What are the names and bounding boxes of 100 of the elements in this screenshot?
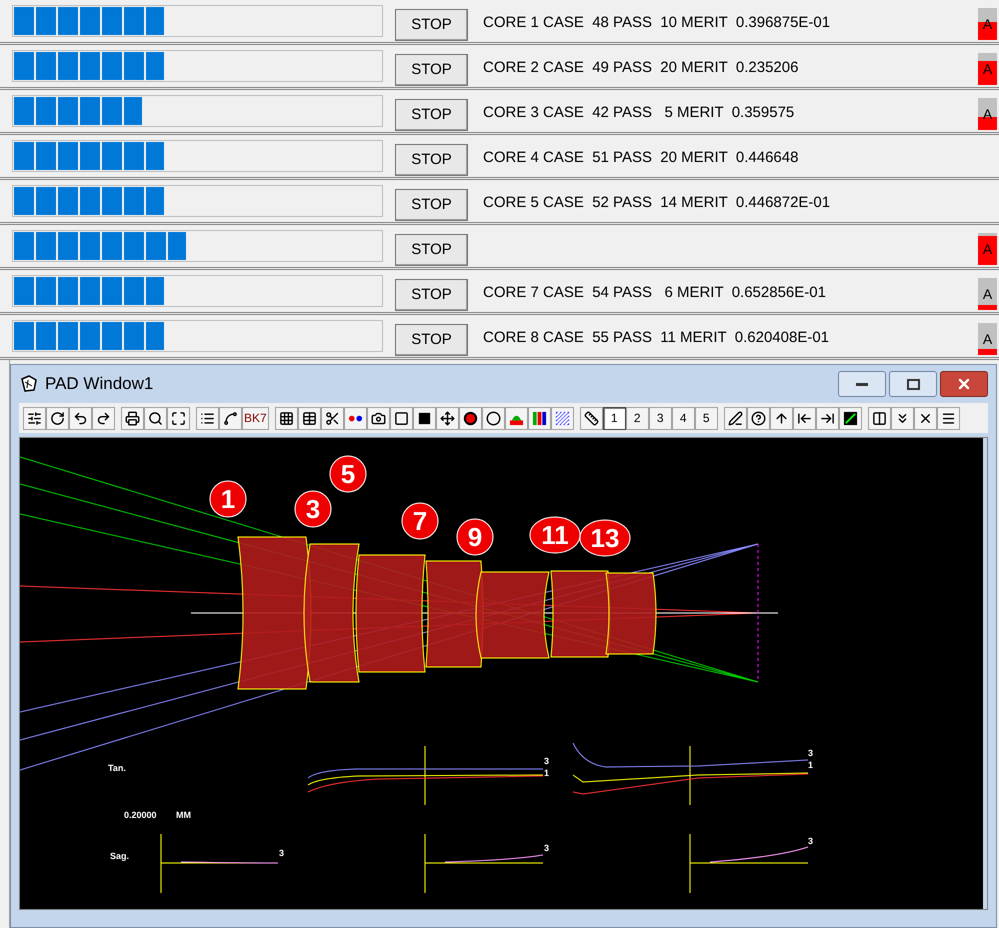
stop-button[interactable]: STOP: [395, 9, 468, 41]
arrow-right-bar-icon: [820, 410, 835, 426]
list-icon: [200, 410, 215, 426]
curve-tool[interactable]: [219, 406, 242, 430]
bars-tool[interactable]: [528, 406, 551, 430]
grid-tool[interactable]: [274, 406, 298, 430]
help-tool[interactable]: [746, 406, 770, 430]
curve-label: 1: [544, 768, 550, 778]
printer-icon: [125, 410, 140, 426]
columns-tool[interactable]: [868, 406, 891, 430]
tool-button[interactable]: 3: [648, 406, 672, 430]
ring-tool[interactable]: [482, 406, 505, 430]
table-icon: [302, 410, 317, 426]
core-status: CORE 8 CASE 55 PASS 11 MERIT 0.620408E-01: [483, 328, 830, 348]
core-status: CORE 7 CASE 54 PASS 6 MERIT 0.652856E-01: [483, 283, 826, 303]
surface-number-badge: 7: [402, 502, 438, 540]
scissors-tool[interactable]: [320, 406, 344, 430]
sliders-icon: [27, 410, 42, 426]
columns-icon: [872, 410, 887, 426]
hatch-icon: [554, 410, 570, 426]
curve-label: 1: [808, 760, 814, 770]
surface-number-badge: 9: [456, 518, 494, 556]
maximize-icon: [906, 378, 920, 390]
dot-icon: [462, 410, 478, 426]
tool-button[interactable]: 4: [672, 406, 695, 430]
indicator-letter: A: [982, 332, 992, 346]
redo-icon: [96, 410, 111, 426]
core-status: CORE 4 CASE 51 PASS 20 MERIT 0.446648: [483, 148, 798, 168]
chevrons-down-tool[interactable]: [890, 406, 914, 430]
filled-square-tool[interactable]: [412, 406, 436, 430]
tool-button[interactable]: 2: [626, 406, 649, 430]
core-status: CORE 2 CASE 49 PASS 20 MERIT 0.235206: [483, 58, 798, 78]
indicator-letter: A: [982, 287, 992, 301]
window-title: PAD Window1: [45, 373, 154, 396]
menu-icon: [940, 410, 956, 426]
minimize-icon: [856, 382, 868, 386]
camera-icon: [370, 410, 386, 426]
axis-line: [424, 746, 426, 806]
dot-tool[interactable]: [458, 406, 482, 430]
indicator-letter: A: [982, 242, 992, 256]
tool-button[interactable]: BK7: [242, 406, 269, 430]
indicator-letter: A: [982, 62, 992, 76]
curve-icon: [223, 410, 238, 426]
sliders-tool[interactable]: [23, 406, 46, 430]
close-button[interactable]: [940, 371, 988, 397]
curve-label: 3: [808, 748, 814, 758]
stop-button[interactable]: STOP: [395, 54, 468, 86]
redo-tool[interactable]: [92, 406, 115, 430]
rotate-icon: [50, 410, 65, 426]
tool-button[interactable]: 1: [602, 406, 626, 430]
list-tool[interactable]: [196, 406, 219, 430]
core-status: CORE 3 CASE 42 PASS 5 MERIT 0.359575: [483, 103, 794, 123]
undo-tool[interactable]: [69, 406, 92, 430]
undo-icon: [73, 410, 88, 426]
app-icon: [19, 374, 39, 394]
ruler-icon: [584, 410, 599, 426]
grid-icon: [278, 410, 294, 426]
stop-button[interactable]: STOP: [395, 324, 468, 356]
hatch-tool[interactable]: [550, 406, 574, 430]
minimize-button[interactable]: [838, 371, 886, 397]
table-tool[interactable]: [298, 406, 321, 430]
maximize-button[interactable]: [889, 371, 937, 397]
square-icon: [394, 410, 409, 426]
printer-tool[interactable]: [121, 406, 144, 430]
curve-label: 3: [544, 843, 550, 853]
stop-button[interactable]: STOP: [395, 144, 468, 176]
stop-button[interactable]: STOP: [395, 279, 468, 311]
surface-number-badge: 1: [210, 480, 246, 518]
fit-tool[interactable]: [167, 406, 190, 430]
stop-button[interactable]: STOP: [395, 234, 468, 266]
pen-tool[interactable]: [724, 406, 747, 430]
stop-button[interactable]: STOP: [395, 189, 468, 221]
arrow-right-bar-tool[interactable]: [816, 406, 839, 430]
diagonal-tool[interactable]: [838, 406, 862, 430]
core-status: CORE 1 CASE 48 PASS 10 MERIT 0.396875E-01: [483, 13, 830, 33]
curve-label: 3: [279, 848, 284, 858]
rotate-tool[interactable]: [46, 406, 69, 430]
arrow-left-bar-tool[interactable]: [792, 406, 816, 430]
tan-label: Tan.: [108, 763, 126, 773]
ring-icon: [486, 410, 501, 426]
close-tool[interactable]: [914, 406, 937, 430]
square-tool[interactable]: [390, 406, 413, 430]
dots-tool[interactable]: [344, 406, 367, 430]
ruler-tool[interactable]: [580, 406, 603, 430]
mound-tool[interactable]: [504, 406, 528, 430]
arrow-left-bar-icon: [796, 410, 812, 426]
camera-tool[interactable]: [366, 406, 390, 430]
move-icon: [440, 410, 455, 426]
tool-button[interactable]: 5: [694, 406, 718, 430]
surface-number-badge: 5: [330, 456, 366, 492]
search-icon: [148, 410, 163, 426]
curve-label: 3: [544, 756, 550, 766]
scale-value: 0.20000: [124, 810, 157, 820]
surface-number-badge: 3: [294, 490, 332, 528]
search-tool[interactable]: [144, 406, 167, 430]
move-tool[interactable]: [436, 406, 459, 430]
help-icon: [750, 410, 766, 426]
arrow-up-tool[interactable]: [770, 406, 793, 430]
stop-button[interactable]: STOP: [395, 99, 468, 131]
menu-tool[interactable]: [936, 406, 960, 430]
